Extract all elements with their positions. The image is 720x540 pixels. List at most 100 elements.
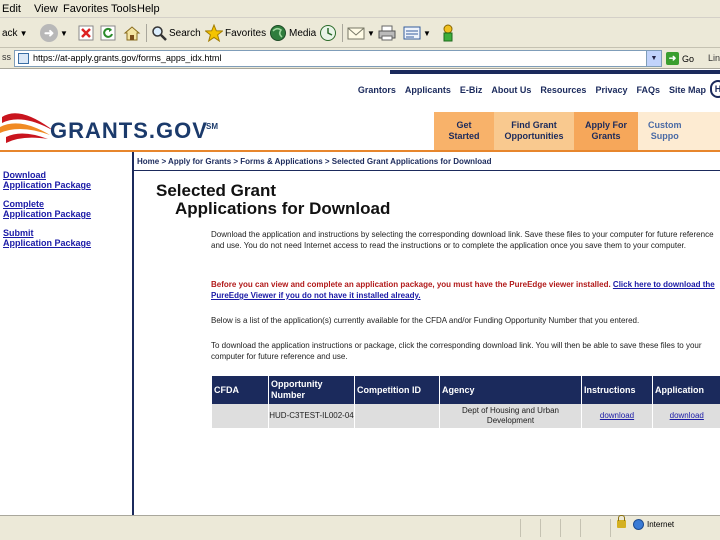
application-download-link[interactable]: download	[670, 411, 704, 420]
address-bar: ss https://at-apply.grants.gov/forms_app…	[0, 48, 720, 69]
chevron-down-icon[interactable]: ▼	[367, 29, 375, 38]
favorites-label: Favorites	[225, 27, 267, 39]
left-nav-link[interactable]: Complete	[3, 199, 123, 209]
home-icon	[123, 26, 141, 41]
left-nav-divider	[132, 152, 134, 516]
menu-edit[interactable]: Edit	[2, 3, 21, 15]
left-nav-link[interactable]: Submit	[3, 228, 123, 238]
stop-button[interactable]	[78, 23, 94, 43]
search-icon	[152, 26, 167, 41]
nav-applicants[interactable]: Applicants	[405, 85, 451, 95]
forward-arrow-icon: ➜	[40, 24, 58, 42]
menu-favorites[interactable]: Favorites	[63, 3, 108, 15]
go-button[interactable]: ➜ Go	[666, 51, 696, 66]
download-instructions: To download the application instructions…	[211, 341, 702, 361]
nav-faqs[interactable]: FAQs	[636, 85, 660, 95]
left-nav-item-submit[interactable]: Submit Application Package	[3, 228, 123, 248]
menu-view[interactable]: View	[34, 3, 58, 15]
messenger-button[interactable]	[440, 23, 456, 43]
chevron-down-icon[interactable]: ▼	[646, 51, 661, 66]
status-pane	[520, 519, 540, 537]
tab-label: Find Grant	[511, 120, 557, 130]
stop-icon	[78, 25, 94, 41]
left-nav-link[interactable]: Download	[3, 170, 123, 180]
chevron-down-icon[interactable]: ▼	[423, 29, 431, 38]
status-pane	[580, 519, 610, 537]
left-nav: Download Application Package Complete Ap…	[3, 170, 123, 257]
nav-privacy[interactable]: Privacy	[595, 85, 627, 95]
site-logo[interactable]: GRANTS.GOV	[50, 118, 208, 144]
instructions-download-link[interactable]: download	[600, 411, 634, 420]
back-button[interactable]: ack ▼	[0, 23, 27, 43]
left-nav-item-complete[interactable]: Complete Application Package	[3, 199, 123, 219]
site-header: Grantors Applicants E-Biz About Us Resou…	[0, 70, 720, 108]
media-globe-icon	[270, 25, 286, 41]
left-nav-link[interactable]: Application Package	[3, 238, 123, 248]
cfda-cell	[211, 404, 269, 428]
viewer-warning: Before you can view and complete an appl…	[211, 279, 720, 301]
nav-site-map[interactable]: Site Map	[669, 85, 706, 95]
menu-tools[interactable]: Tools	[111, 3, 137, 15]
competition-id-cell	[354, 404, 440, 428]
column-header: Agency	[439, 376, 582, 404]
links-label[interactable]: Lin	[708, 53, 720, 63]
menu-help[interactable]: Help	[137, 3, 160, 15]
chevron-down-icon[interactable]: ▼	[60, 29, 68, 38]
edit-page-icon	[403, 26, 421, 40]
favorites-button[interactable]: Favorites	[205, 23, 266, 43]
page-title: Selected Grant	[156, 181, 276, 200]
tab-label: Opportunities	[504, 131, 564, 141]
status-bar: Internet	[0, 515, 720, 540]
tab-apply-for-grants[interactable]: Apply For Grants	[574, 112, 638, 150]
nav-ebiz[interactable]: E-Biz	[460, 85, 483, 95]
nav-resources[interactable]: Resources	[540, 85, 586, 95]
intro-paragraph: Download the application and instruction…	[211, 230, 714, 250]
mail-button[interactable]: ▼	[347, 23, 375, 43]
search-button[interactable]: Search	[151, 23, 201, 43]
service-mark: SM	[206, 122, 218, 131]
print-button[interactable]	[378, 23, 396, 43]
header-divider	[0, 150, 720, 152]
nav-about-us[interactable]: About Us	[491, 85, 531, 95]
media-button[interactable]: Media	[269, 23, 316, 43]
history-button[interactable]	[319, 23, 337, 43]
forward-button[interactable]: ➜ ▼	[40, 23, 68, 43]
mail-icon	[347, 27, 365, 40]
page-icon	[18, 53, 29, 64]
status-pane	[540, 519, 560, 537]
left-nav-link[interactable]: Application Package	[3, 180, 123, 190]
left-nav-item-download[interactable]: Download Application Package	[3, 170, 123, 190]
opportunity-number-cell: HUD-C3TEST-IL002-04	[268, 404, 355, 428]
column-header: CFDA	[211, 376, 269, 404]
tab-customer-support[interactable]: Custom Suppo	[638, 112, 720, 150]
menu-bar: Edit View Favorites Tools Help	[0, 0, 720, 18]
internet-zone-icon	[633, 519, 644, 530]
help-button[interactable]: H	[710, 80, 720, 98]
tab-get-started[interactable]: Get Started	[434, 112, 494, 150]
star-icon	[205, 24, 223, 42]
refresh-button[interactable]	[100, 23, 116, 43]
column-header: Instructions	[581, 376, 653, 404]
column-header: Opportunity Number	[268, 376, 355, 404]
applications-table: CFDA Opportunity Number Competition ID A…	[211, 376, 720, 428]
chevron-down-icon[interactable]: ▼	[20, 29, 28, 38]
refresh-icon	[100, 25, 116, 41]
breadcrumb[interactable]: Home > Apply for Grants > Forms & Applic…	[137, 157, 492, 166]
print-icon	[378, 25, 396, 41]
nav-grantors[interactable]: Grantors	[358, 85, 396, 95]
media-label: Media	[289, 27, 317, 39]
column-header: Competition ID	[354, 376, 440, 404]
search-label: Search	[169, 27, 201, 39]
main-tabs: Get Started Find Grant Opportunities Apply…	[434, 112, 720, 150]
home-button[interactable]	[123, 23, 141, 43]
history-icon	[320, 25, 336, 41]
left-nav-link[interactable]: Application Package	[3, 209, 123, 219]
table-header-row: CFDA Opportunity Number Competition ID A…	[211, 376, 720, 404]
address-input[interactable]: https://at-apply.grants.gov/forms_apps_i…	[14, 50, 662, 67]
address-label: ss	[2, 52, 11, 62]
toolbar-divider	[342, 24, 343, 42]
go-label: Go	[682, 53, 695, 64]
address-url[interactable]: https://at-apply.grants.gov/forms_apps_i…	[33, 53, 221, 63]
edit-button[interactable]: ▼	[403, 23, 431, 43]
tab-find-grant-opportunities[interactable]: Find Grant Opportunities	[494, 112, 574, 150]
